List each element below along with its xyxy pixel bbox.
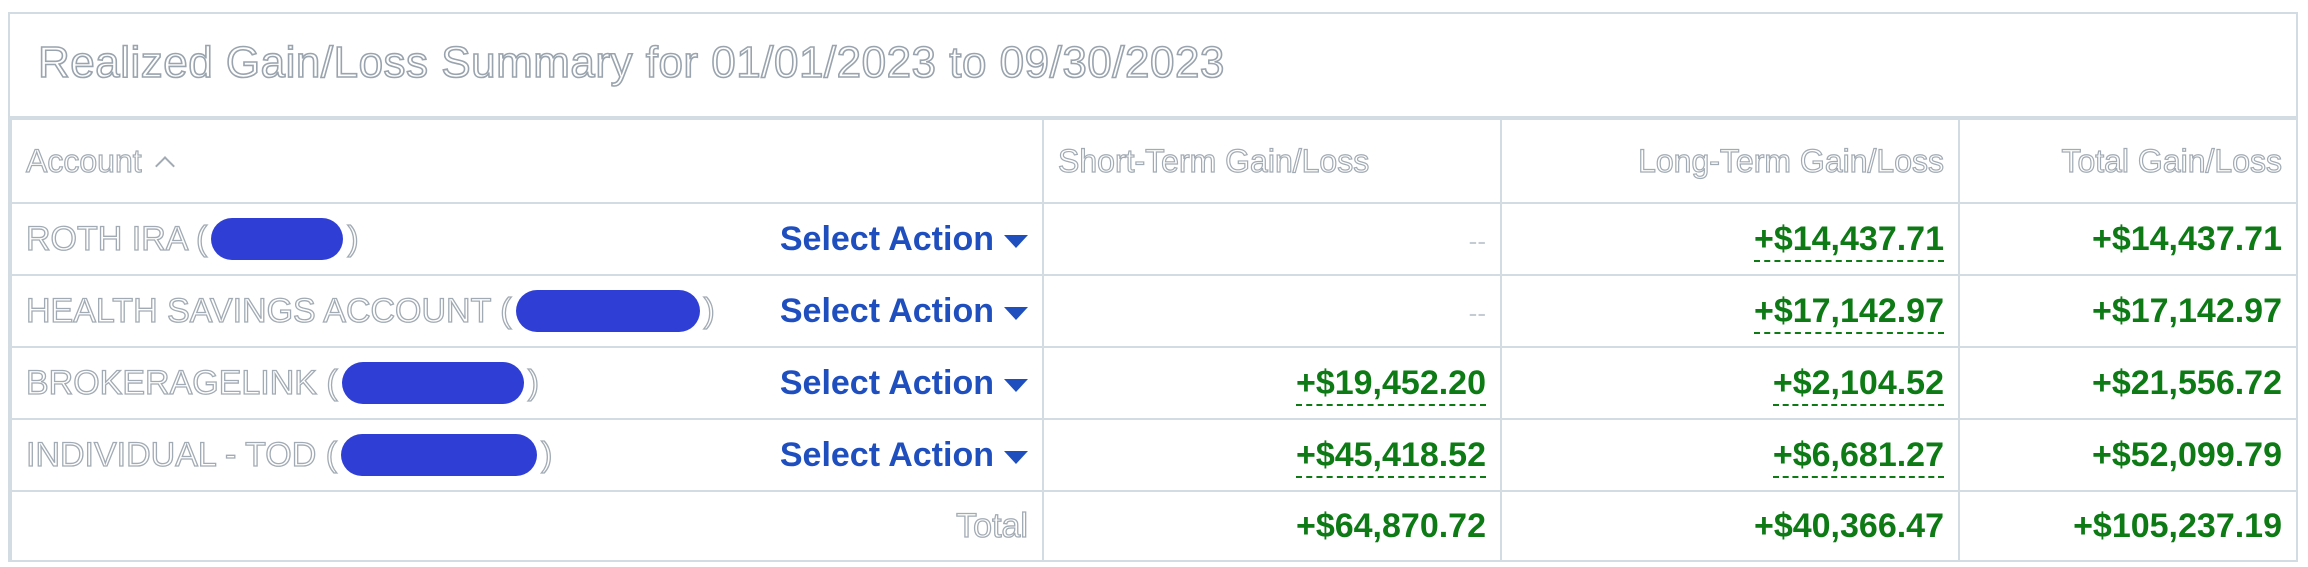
total-value: +$21,556.72 <box>2091 363 2282 402</box>
account-name-text: HEALTH SAVINGS ACCOUNT ( <box>25 291 512 330</box>
total-cell: +$17,142.97 <box>1958 274 2298 348</box>
short-term-cell: -- <box>1042 202 1502 276</box>
chevron-up-icon[interactable] <box>154 156 175 176</box>
long-term-cell: +$2,104.52 <box>1500 346 1960 420</box>
account-name: HEALTH SAVINGS ACCOUNT () <box>25 290 716 332</box>
column-header-long-term[interactable]: Long-Term Gain/Loss <box>1500 118 1960 204</box>
account-name-text: BROKERAGELINK ( <box>25 363 338 402</box>
long-term-cell: +$17,142.97 <box>1500 274 1960 348</box>
total-value: +$14,437.71 <box>2091 219 2282 258</box>
short-term-value-link[interactable]: +$45,418.52 <box>1295 435 1486 478</box>
caret-down-icon <box>1004 378 1028 392</box>
select-action-button[interactable]: Select Action <box>780 220 1028 259</box>
total-label: Total <box>10 490 1044 562</box>
caret-down-icon <box>1004 306 1028 320</box>
redacted-account-number <box>341 434 538 476</box>
account-name-close: ) <box>347 219 360 258</box>
account-cell: BROKERAGELINK () Select Action <box>10 346 1044 420</box>
grand-total: +$105,237.19 <box>1958 490 2298 562</box>
account-name: ROTH IRA () <box>25 218 360 260</box>
short-term-cell: -- <box>1042 274 1502 348</box>
column-header-short-term[interactable]: Short-Term Gain/Loss <box>1042 118 1502 204</box>
select-action-button[interactable]: Select Action <box>780 436 1028 475</box>
select-action-label: Select Action <box>779 435 994 474</box>
grand-total-value: +$105,237.19 <box>2073 506 2282 545</box>
total-value: +$17,142.97 <box>2091 291 2282 330</box>
page-title: Realized Gain/Loss Summary for 01/01/202… <box>37 37 1225 88</box>
title-bar: Realized Gain/Loss Summary for 01/01/202… <box>10 14 2296 118</box>
account-name-text: INDIVIDUAL - TOD ( <box>25 435 338 474</box>
account-name-text: ROTH IRA ( <box>25 219 208 258</box>
totals-row: Total +$64,870.72 +$40,366.47 +$105,237.… <box>10 490 2298 562</box>
redacted-account-number <box>341 362 524 404</box>
total-short-term: +$64,870.72 <box>1042 490 1502 562</box>
total-long-term: +$40,366.47 <box>1500 490 1960 562</box>
column-header-account-label: Account <box>25 142 142 179</box>
total-cell: +$21,556.72 <box>1958 346 2298 420</box>
long-term-value-link[interactable]: +$2,104.52 <box>1772 363 1944 406</box>
redacted-account-number <box>211 218 344 260</box>
short-term-value: -- <box>1468 225 1486 256</box>
account-name: BROKERAGELINK () <box>25 362 540 404</box>
table-row: HEALTH SAVINGS ACCOUNT () Select Action … <box>10 274 2298 348</box>
select-action-label: Select Action <box>779 363 994 402</box>
account-cell: INDIVIDUAL - TOD () Select Action <box>10 418 1044 492</box>
column-header-account[interactable]: Account <box>10 118 1044 204</box>
table-row: ROTH IRA () Select Action -- +$14,437.71… <box>10 202 2298 276</box>
short-term-cell: +$45,418.52 <box>1042 418 1502 492</box>
select-action-label: Select Action <box>779 219 994 258</box>
select-action-button[interactable]: Select Action <box>780 364 1028 403</box>
account-name: INDIVIDUAL - TOD () <box>25 434 553 476</box>
long-term-value-link[interactable]: +$6,681.27 <box>1772 435 1944 478</box>
select-action-label: Select Action <box>779 291 994 330</box>
short-term-value: -- <box>1468 297 1486 328</box>
long-term-value-link[interactable]: +$17,142.97 <box>1753 291 1944 334</box>
total-cell: +$52,099.79 <box>1958 418 2298 492</box>
caret-down-icon <box>1004 450 1028 464</box>
total-long-term-value: +$40,366.47 <box>1753 506 1944 545</box>
column-header-long-term-label: Long-Term Gain/Loss <box>1637 142 1944 179</box>
table-row: BROKERAGELINK () Select Action +$19,452.… <box>10 346 2298 420</box>
column-header-total[interactable]: Total Gain/Loss <box>1958 118 2298 204</box>
short-term-value-link[interactable]: +$19,452.20 <box>1295 363 1486 406</box>
redacted-account-number <box>515 290 700 332</box>
account-name-close: ) <box>527 363 540 402</box>
total-cell: +$14,437.71 <box>1958 202 2298 276</box>
account-cell: ROTH IRA () Select Action <box>10 202 1044 276</box>
table-row: INDIVIDUAL - TOD () Select Action +$45,4… <box>10 418 2298 492</box>
gain-loss-summary-panel: Realized Gain/Loss Summary for 01/01/202… <box>8 12 2298 562</box>
caret-down-icon <box>1004 234 1028 248</box>
long-term-cell: +$14,437.71 <box>1500 202 1960 276</box>
total-short-term-value: +$64,870.72 <box>1295 506 1486 545</box>
column-header-total-label: Total Gain/Loss <box>2061 142 2283 179</box>
column-header-short-term-label: Short-Term Gain/Loss <box>1057 142 1370 179</box>
header-row: Account Short-Term Gain/Loss Long-Term G… <box>10 118 2298 204</box>
account-cell: HEALTH SAVINGS ACCOUNT () Select Action <box>10 274 1044 348</box>
long-term-cell: +$6,681.27 <box>1500 418 1960 492</box>
select-action-button[interactable]: Select Action <box>780 292 1028 331</box>
gain-loss-table: Account Short-Term Gain/Loss Long-Term G… <box>10 118 2298 562</box>
long-term-value-link[interactable]: +$14,437.71 <box>1753 219 1944 262</box>
account-name-close: ) <box>703 291 716 330</box>
short-term-cell: +$19,452.20 <box>1042 346 1502 420</box>
account-name-close: ) <box>540 435 553 474</box>
total-value: +$52,099.79 <box>2091 435 2282 474</box>
